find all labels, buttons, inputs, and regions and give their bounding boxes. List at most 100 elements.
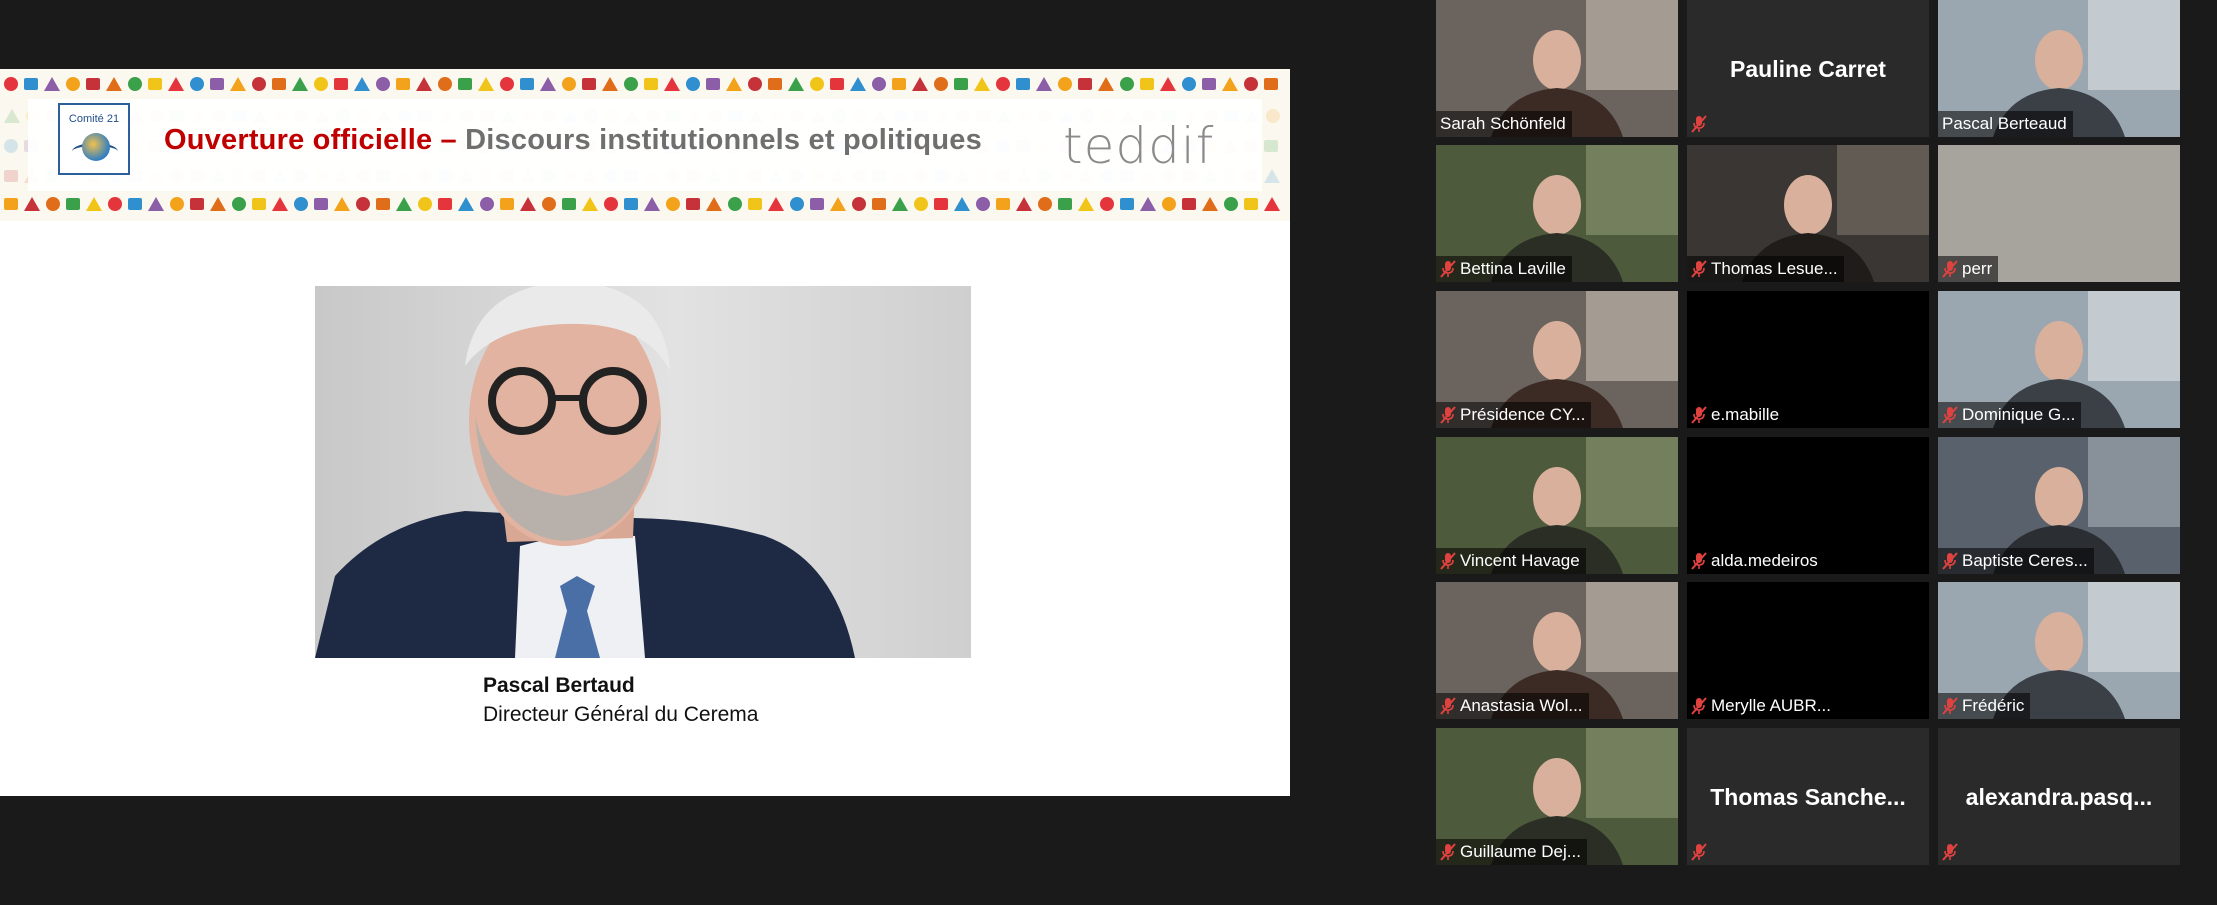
banner-pattern-icon — [582, 78, 596, 90]
banner-pattern-icon — [1120, 77, 1134, 91]
banner-pattern-icon — [666, 197, 680, 211]
banner-pattern-icon — [728, 197, 742, 211]
participant-name: Sarah Schönfeld — [1440, 114, 1566, 133]
banner-pattern-icon — [376, 77, 390, 91]
banner-pattern-icon — [1036, 77, 1052, 91]
participant-name: Présidence CY... — [1460, 405, 1586, 424]
participant-tile[interactable]: Merylle AUBR... — [1687, 582, 1929, 719]
banner-pattern-icon — [520, 197, 536, 211]
banner-pattern-icon — [168, 77, 184, 91]
participant-tile[interactable]: e.mabille — [1687, 291, 1929, 428]
participant-display-name: Thomas Sanche... — [1710, 784, 1906, 810]
participant-name-label: alda.medeiros — [1687, 548, 1824, 574]
participant-tile[interactable]: Pascal Berteaud — [1938, 0, 2180, 137]
banner-pattern-icon — [376, 198, 390, 210]
microphone-muted-icon — [1440, 697, 1456, 715]
banner-pattern-icon — [1160, 77, 1176, 91]
banner-pattern-icon — [1222, 77, 1238, 91]
participant-tile[interactable]: Présidence CY... — [1436, 291, 1678, 428]
banner-pattern-icon — [892, 78, 906, 90]
slide-title-primary: Ouverture officielle – — [164, 124, 457, 156]
banner-pattern-icon — [1058, 198, 1072, 210]
banner-pattern-icon — [500, 198, 514, 210]
banner-pattern-icon — [644, 78, 658, 90]
participant-tile[interactable]: Pauline Carret — [1687, 0, 1929, 137]
participant-tile[interactable]: Sarah Schönfeld — [1436, 0, 1678, 137]
slide-title-secondary: Discours institutionnels et politiques — [456, 124, 982, 156]
participant-name-label — [1687, 111, 1713, 137]
banner-pattern-icon — [996, 198, 1010, 210]
speaker-portrait-image — [315, 286, 855, 658]
banner-pattern-icon — [438, 198, 452, 210]
banner-pattern-icon — [974, 77, 990, 91]
banner-pattern-icon — [480, 197, 494, 211]
banner-pattern-icon — [706, 78, 720, 90]
participant-tile[interactable]: Baptiste Ceres... — [1938, 437, 2180, 574]
participant-name-label: Baptiste Ceres... — [1938, 548, 2094, 574]
banner-pattern-icon — [664, 77, 680, 91]
banner-pattern-icon — [520, 78, 534, 90]
banner-pattern-icon — [334, 78, 348, 90]
participant-name: Anastasia Wol... — [1460, 696, 1583, 715]
banner-pattern-icon — [66, 198, 80, 210]
banner-pattern-icon — [540, 77, 556, 91]
banner-pattern-icon — [128, 198, 142, 210]
banner-pattern-icon — [292, 77, 308, 91]
participant-name: alda.medeiros — [1711, 551, 1818, 570]
participant-tile[interactable]: Thomas Lesue... — [1687, 145, 1929, 282]
banner-pattern-icon — [830, 78, 844, 90]
banner-pattern-icon — [148, 197, 164, 211]
banner-pattern-icon — [954, 78, 968, 90]
participant-tile[interactable]: Vincent Havage — [1436, 437, 1678, 574]
participant-name-label — [1938, 839, 1964, 865]
participant-tile[interactable]: Frédéric — [1938, 582, 2180, 719]
banner-pattern-icon — [4, 139, 18, 153]
participant-tile[interactable]: Dominique G... — [1938, 291, 2180, 428]
participant-name: Merylle AUBR... — [1711, 696, 1831, 715]
participant-name-label: Pascal Berteaud — [1938, 111, 2073, 137]
banner-pattern-icon — [912, 77, 928, 91]
banner-pattern-icon — [954, 197, 970, 211]
banner-pattern-icon — [624, 77, 638, 91]
banner-pattern-icon — [4, 109, 20, 123]
participant-name-label — [1687, 839, 1713, 865]
participant-tile[interactable]: Thomas Sanche... — [1687, 728, 1929, 865]
banner-pattern-icon — [748, 77, 762, 91]
banner-pattern — [0, 73, 1290, 95]
participant-tile[interactable]: Anastasia Wol... — [1436, 582, 1678, 719]
banner-pattern-icon — [148, 78, 162, 90]
microphone-muted-icon — [1942, 552, 1958, 570]
participant-tile[interactable]: alda.medeiros — [1687, 437, 1929, 574]
banner-pattern-icon — [1244, 198, 1258, 210]
participant-tile[interactable]: Bettina Laville — [1436, 145, 1678, 282]
banner-pattern-icon — [1016, 197, 1032, 211]
banner-pattern-icon — [24, 197, 40, 211]
participant-name-label: Dominique G... — [1938, 402, 2082, 428]
banner-pattern-icon — [500, 77, 514, 91]
speaker-name: Pascal Bertaud — [483, 674, 635, 697]
banner-pattern-icon — [686, 198, 700, 210]
banner-pattern-icon — [210, 197, 226, 211]
banner-pattern-icon — [644, 197, 660, 211]
participant-name-label: Merylle AUBR... — [1687, 693, 1837, 719]
banner-pattern-icon — [1078, 78, 1092, 90]
banner-pattern-icon — [934, 198, 948, 210]
banner-pattern-icon — [768, 197, 784, 211]
banner-pattern-icon — [1016, 78, 1030, 90]
banner-pattern-icon — [1202, 197, 1218, 211]
participant-tile[interactable]: alexandra.pasq... — [1938, 728, 2180, 865]
banner-pattern-icon — [1244, 77, 1258, 91]
comite21-logo: Comité 21 — [58, 103, 130, 175]
microphone-muted-icon — [1691, 260, 1707, 278]
banner-pattern-icon — [1162, 197, 1176, 211]
banner-pattern-icon — [726, 77, 742, 91]
participant-tile[interactable]: perr — [1938, 145, 2180, 282]
participant-name: e.mabille — [1711, 405, 1780, 424]
participant-tile[interactable]: Guillaume Dej... — [1436, 728, 1678, 865]
banner-pattern-icon — [1182, 198, 1196, 210]
microphone-muted-icon — [1942, 406, 1958, 424]
banner-pattern-icon — [4, 198, 18, 210]
slide-banner: Comité 21 Ouverture officielle – Discour… — [0, 69, 1290, 221]
banner-pattern-icon — [1100, 197, 1114, 211]
participant-name: Guillaume Dej... — [1460, 842, 1581, 861]
